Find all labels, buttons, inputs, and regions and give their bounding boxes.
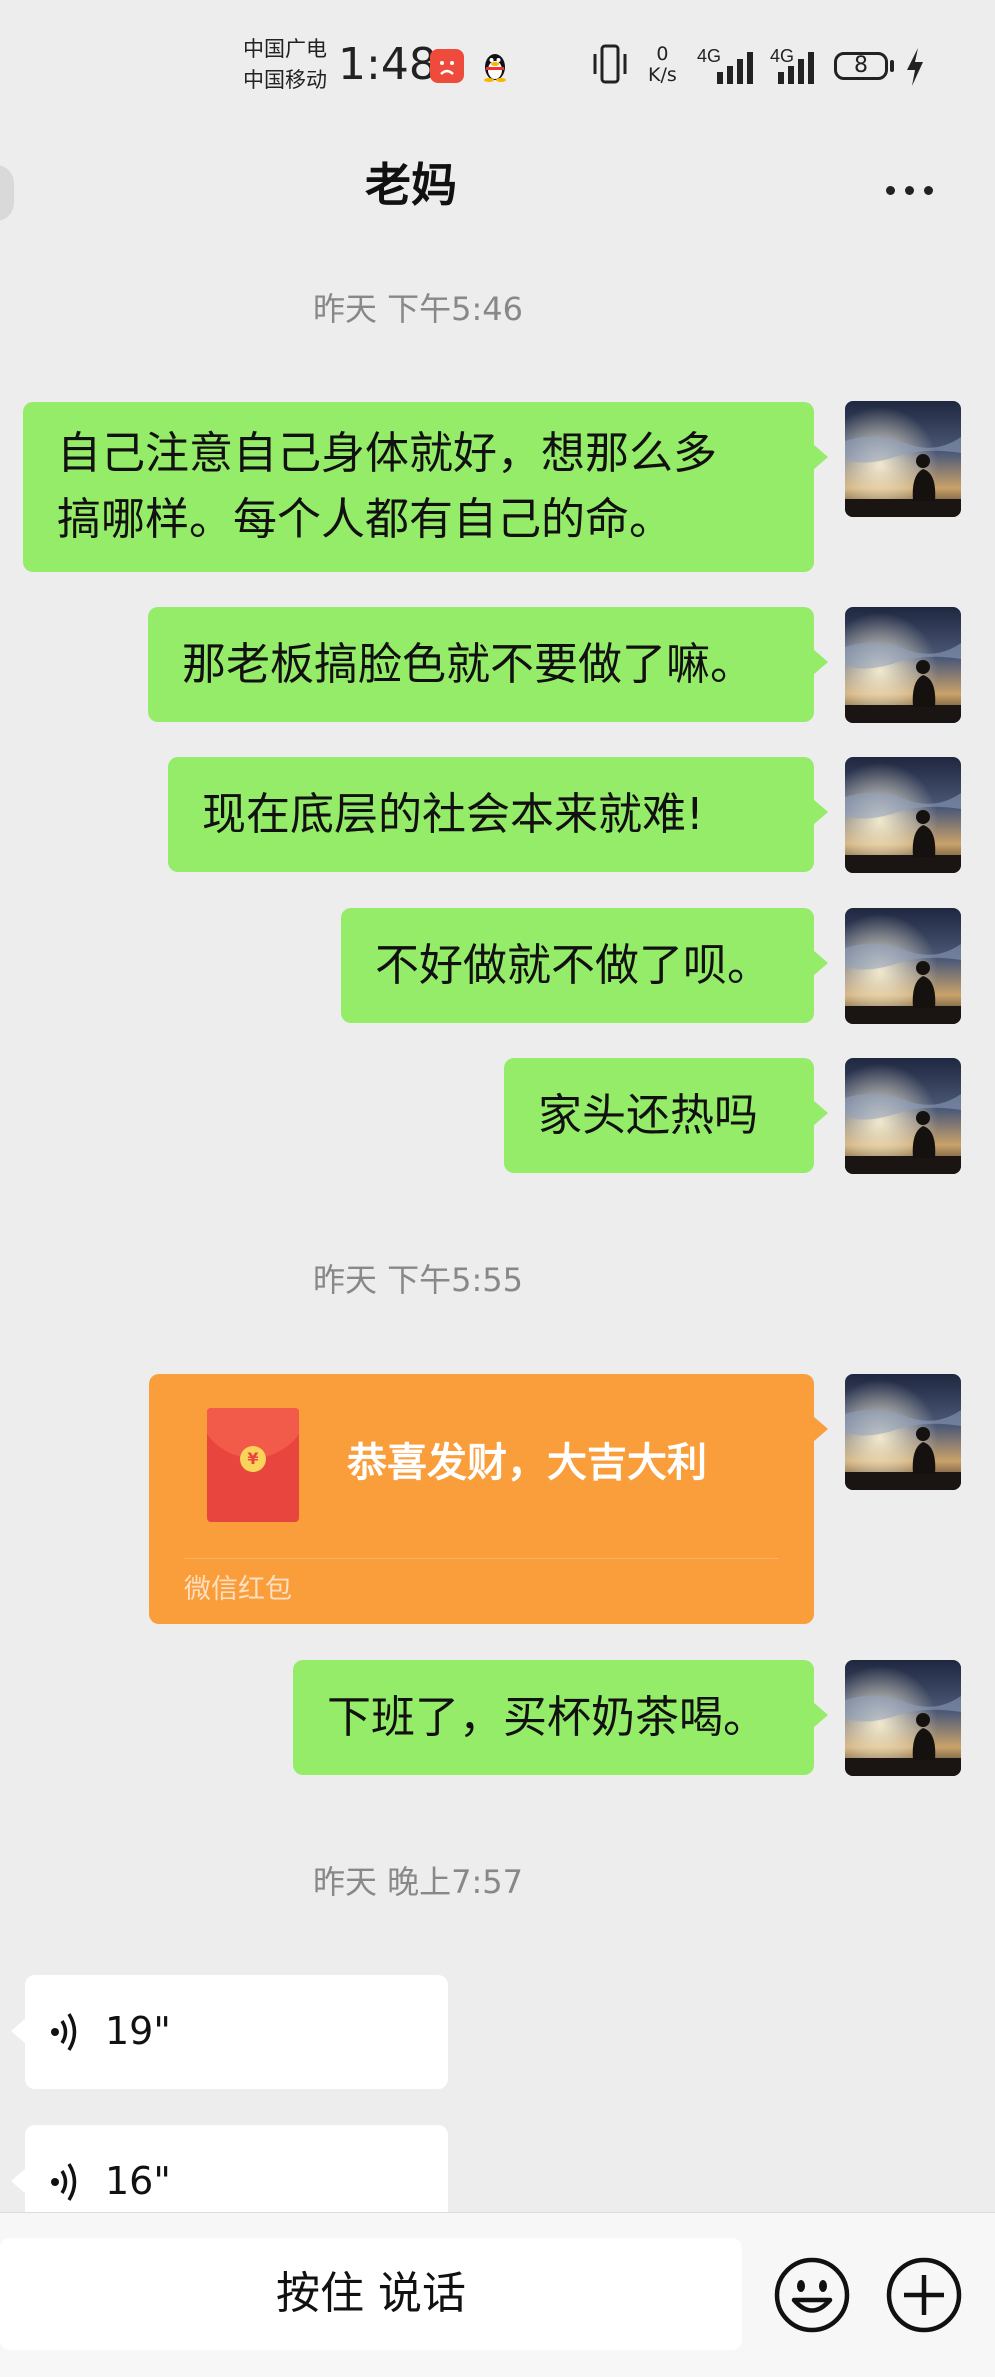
red-packet-label: 微信红包 — [184, 1574, 292, 1605]
sim2-network-type: 4G — [770, 46, 794, 66]
message-bubble[interactable]: 那老板搞脸色就不要做了嘛。 — [148, 607, 828, 722]
chat-title: 老妈 — [365, 158, 457, 212]
red-envelope-icon: ¥ — [207, 1408, 299, 1522]
avatar[interactable] — [845, 1660, 961, 1776]
message-bubble[interactable]: 现在底层的社会本来就难! — [168, 757, 828, 872]
avatar[interactable] — [845, 401, 961, 517]
voice-wave-icon — [51, 2013, 77, 2051]
avatar[interactable] — [845, 908, 961, 1024]
network-speed: 0 K/s — [648, 44, 677, 86]
yuan-coin-icon: ¥ — [240, 1446, 266, 1472]
voice-duration: 19" — [105, 2009, 171, 2053]
message-text-line: 自己注意自己身体就好，想那么多 — [57, 428, 717, 479]
carrier-info: 中国广电 中国移动 — [243, 34, 327, 96]
network-speed-unit: K/s — [648, 64, 677, 86]
battery-icon: 8 — [834, 52, 888, 80]
signal-icon: 4G — [697, 46, 753, 84]
message-bubble[interactable]: 自己注意自己身体就好，想那么多 搞哪样。每个人都有自己的命。 — [23, 402, 828, 572]
voice-wave-icon — [51, 2163, 77, 2201]
emoji-icon[interactable] — [772, 2255, 852, 2335]
red-packet-message[interactable]: ¥ 恭喜发财，大吉大利 微信红包 — [149, 1374, 828, 1624]
carrier-2: 中国移动 — [243, 68, 327, 92]
red-packet-greeting: 恭喜发财，大吉大利 — [347, 1440, 707, 1486]
more-icon[interactable] — [880, 168, 940, 208]
message-timestamp: 昨天 晚上7:57 — [312, 1863, 524, 1901]
avatar[interactable] — [845, 757, 961, 873]
message-text-line: 搞哪样。每个人都有自己的命。 — [57, 494, 673, 545]
vibrate-icon — [593, 44, 627, 84]
sim1-network-type: 4G — [697, 46, 721, 66]
message-bubble[interactable]: 下班了，买杯奶茶喝。 — [293, 1660, 828, 1775]
message-timestamp: 昨天 下午5:55 — [312, 1261, 524, 1299]
charging-bolt-icon — [907, 48, 923, 86]
status-clock: 1:48 — [338, 39, 437, 90]
push-to-talk-button[interactable]: 按住 说话 — [0, 2238, 742, 2350]
message-timestamp: 昨天 下午5:46 — [312, 290, 524, 328]
battery-tip — [890, 60, 894, 72]
message-bubble[interactable]: 不好做就不做了呗。 — [341, 908, 828, 1023]
message-bubble[interactable]: 家头还热吗 — [504, 1058, 828, 1173]
network-speed-value: 0 — [656, 43, 669, 65]
avatar[interactable] — [845, 1058, 961, 1174]
carrier-1: 中国广电 — [243, 37, 327, 61]
voice-message[interactable]: 19" — [11, 1975, 448, 2089]
qq-penguin-icon — [478, 49, 512, 83]
plus-icon[interactable] — [884, 2255, 964, 2335]
signal-icon: 4G — [770, 46, 814, 84]
red-packet-divider — [184, 1558, 779, 1559]
sad-face-app-icon — [430, 49, 464, 83]
avatar[interactable] — [845, 607, 961, 723]
avatar[interactable] — [845, 1374, 961, 1490]
voice-duration: 16" — [105, 2159, 171, 2203]
